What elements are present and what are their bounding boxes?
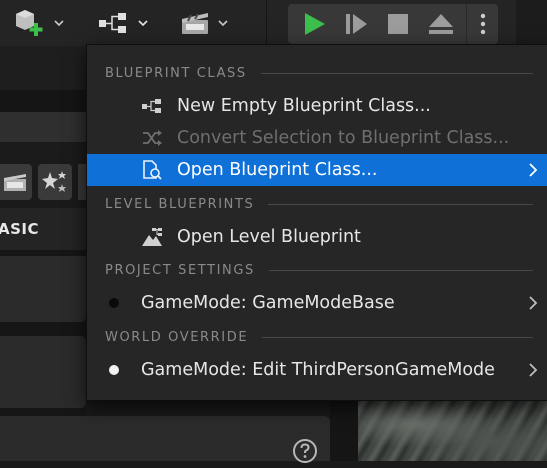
left-panel-block: [0, 256, 86, 322]
menu-item-label: New Empty Blueprint Class...: [177, 96, 431, 116]
blueprint-icon: [142, 99, 161, 113]
mode-tab-label: ASIC: [0, 220, 40, 238]
chevron-down-icon: [138, 20, 148, 26]
panel-gap: [330, 399, 358, 461]
toolbar-separator: [266, 0, 267, 46]
menu-item-label: Convert Selection to Blueprint Class...: [177, 128, 510, 148]
help-button[interactable]: [292, 438, 318, 464]
section-label: BLUEPRINT CLASS: [105, 65, 247, 81]
help-icon: [293, 439, 317, 463]
eject-button[interactable]: [422, 4, 460, 44]
mode-button-effects[interactable]: [38, 164, 72, 200]
chevron-down-icon: [218, 20, 228, 26]
mode-tab[interactable]: ASIC: [0, 208, 86, 250]
add-content-icon: [16, 10, 43, 36]
new-empty-blueprint-class-item[interactable]: New Empty Blueprint Class...: [87, 90, 547, 122]
cinematics-button[interactable]: [180, 6, 228, 40]
play-button[interactable]: [296, 4, 332, 44]
step-icon: [346, 14, 367, 34]
panel-gap: [0, 322, 86, 336]
convert-selection-item: Convert Selection to Blueprint Class...: [87, 122, 547, 154]
search-strip: [0, 112, 86, 142]
gamemode-edit-item[interactable]: GameMode: Edit ThirdPersonGameMode: [87, 354, 547, 386]
menu-item-label: GameMode: GameModeBase: [141, 293, 395, 313]
panel-gap: [0, 142, 86, 158]
more-options-icon: [480, 13, 486, 35]
toolbar-edge: [516, 0, 547, 46]
chevron-right-icon: [529, 163, 538, 177]
clapperboard-icon: [4, 174, 26, 191]
main-toolbar: [0, 0, 547, 46]
gamemode-base-item[interactable]: GameMode: GameModeBase: [87, 287, 547, 319]
section-divider: [268, 269, 533, 271]
level-blueprint-icon: [142, 228, 162, 246]
section-label: LEVEL BLUEPRINTS: [105, 196, 255, 212]
open-blueprint-class-item[interactable]: Open Blueprint Class...: [87, 154, 547, 186]
chevron-right-icon: [529, 296, 538, 310]
section-divider: [262, 336, 533, 338]
bullet-icon: [109, 298, 119, 308]
effects-icon: [42, 171, 66, 192]
blueprint-menu-button[interactable]: [98, 6, 148, 40]
blueprint-icon: [99, 13, 126, 33]
play-separator: [466, 4, 467, 44]
section-divider: [260, 72, 533, 74]
cinematics-icon: [182, 13, 208, 34]
section-label: PROJECT SETTINGS: [105, 262, 255, 278]
section-world-override: WORLD OVERRIDE: [105, 326, 547, 348]
panel-gap: [0, 408, 86, 416]
mode-button-cinematics[interactable]: [0, 164, 32, 200]
menu-item-label: Open Level Blueprint: [177, 227, 361, 247]
chevron-down-icon: [54, 20, 64, 26]
more-options-button[interactable]: [468, 4, 498, 44]
open-blueprint-icon: [143, 160, 162, 180]
open-level-blueprint-item[interactable]: Open Level Blueprint: [87, 221, 547, 253]
shuffle-icon: [143, 130, 162, 146]
bullet-icon: [109, 365, 119, 375]
menu-item-label: GameMode: Edit ThirdPersonGameMode: [141, 360, 495, 380]
stop-icon: [388, 14, 408, 34]
menu-item-label: Open Blueprint Class...: [177, 160, 378, 180]
eject-icon: [429, 14, 453, 34]
stop-button[interactable]: [380, 4, 416, 44]
section-label: WORLD OVERRIDE: [105, 329, 249, 345]
tab-strip: [0, 46, 86, 90]
section-level-blueprints: LEVEL BLUEPRINTS: [105, 193, 547, 215]
section-blueprint-class: BLUEPRINT CLASS: [105, 62, 547, 84]
mode-button-partial[interactable]: [78, 164, 86, 200]
play-icon: [305, 13, 325, 35]
section-project-settings: PROJECT SETTINGS: [105, 259, 547, 281]
panel-gap: [0, 90, 86, 112]
step-button[interactable]: [338, 4, 374, 44]
details-panel: [0, 416, 330, 461]
chevron-right-icon: [529, 363, 538, 377]
play-controls: [288, 4, 498, 44]
blueprint-dropdown-menu: BLUEPRINT CLASS New Empty Blueprint Clas…: [86, 44, 547, 401]
level-viewport[interactable]: [358, 399, 547, 461]
add-content-button[interactable]: [14, 6, 64, 40]
left-panel-block: [0, 336, 86, 408]
section-divider: [268, 203, 533, 205]
